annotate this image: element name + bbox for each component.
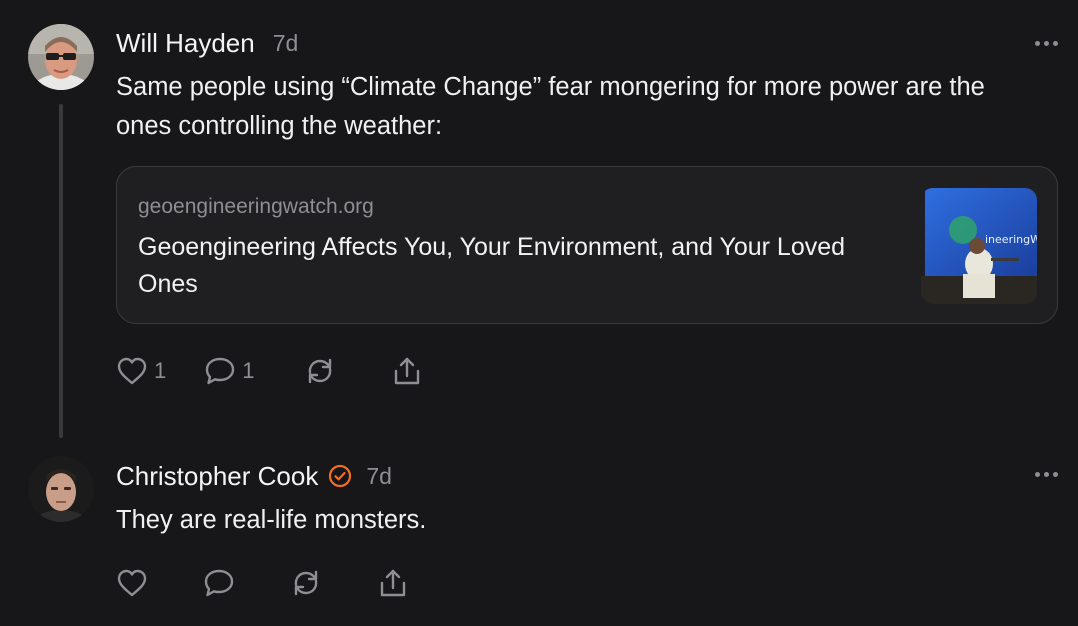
more-dot [1035,471,1040,477]
share-icon [394,357,419,385]
link-title: Geoengineering Affects You, Your Environ… [138,233,846,298]
repost-icon [308,358,331,384]
more-dot [1035,40,1040,46]
post-body-text: They are real-life monsters. [116,506,427,534]
more-options-button[interactable] [1035,469,1059,479]
like-count: 1 [154,358,167,383]
post-header: Will Hayden 7d [116,28,298,58]
thumb-screen-text: ineeringW [985,233,1037,246]
reply-button[interactable] [203,568,235,598]
more-dot [1044,40,1049,46]
reply-count: 1 [242,358,255,383]
link-thumbnail-image: ineeringW [921,188,1037,304]
avatar-christopher-cook[interactable] [28,456,94,522]
avatar-will-hayden[interactable] [28,24,94,90]
heart-icon [117,357,147,385]
share-button[interactable] [377,567,409,599]
verified-badge-icon [328,464,352,488]
comment-icon [206,357,235,385]
like-button[interactable] [116,568,148,598]
comment-icon [204,569,234,597]
post-timestamp[interactable]: 7d [273,30,299,57]
post-actions: 1 1 [116,354,423,388]
repost-button[interactable] [303,356,337,386]
more-options-button[interactable] [1035,38,1059,48]
link-preview-card[interactable]: geoengineeringwatch.org Geoengineering A… [116,166,1058,324]
post-header: Christopher Cook 7d [116,461,392,491]
share-button[interactable] [391,355,423,387]
like-button[interactable]: 1 [116,356,166,386]
more-dot [1044,471,1049,477]
avatar-photo [28,24,94,90]
thread-view: Will Hayden 7d Same people using “Climat… [0,0,1078,626]
share-icon [380,569,406,597]
reply-button[interactable]: 1 [204,356,255,386]
repost-button[interactable] [289,568,323,598]
avatar-photo [28,456,94,522]
more-dot [1053,471,1058,477]
thread-connector-line [59,104,63,438]
link-domain: geoengineeringwatch.org [138,195,374,218]
thumbnail-photo: ineeringW [921,188,1037,304]
author-name[interactable]: Will Hayden [116,28,255,59]
author-name[interactable]: Christopher Cook [116,461,318,492]
post-body-text: Same people using “Climate Change” fear … [116,73,985,140]
post-timestamp[interactable]: 7d [366,463,392,490]
heart-icon [117,569,147,597]
post-actions [116,566,409,600]
more-dot [1053,40,1058,46]
repost-icon [294,570,318,596]
